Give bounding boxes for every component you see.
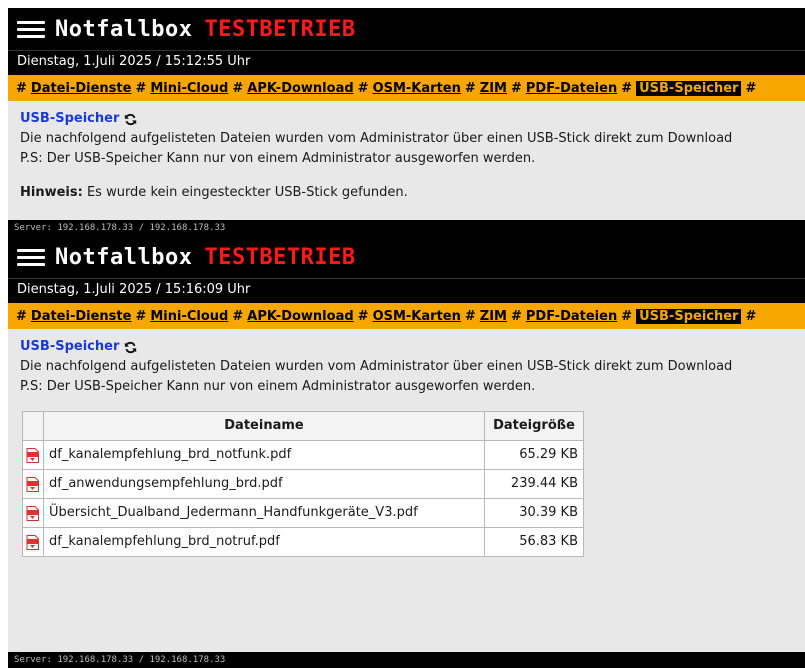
hamburger-icon[interactable] bbox=[17, 19, 45, 39]
nav-usb-speicher[interactable]: USB-Speicher bbox=[636, 80, 742, 96]
nav-datei-dienste[interactable]: Datei-Dienste bbox=[31, 309, 132, 324]
nav-osm-karten[interactable]: OSM-Karten bbox=[373, 309, 461, 324]
mode-label: TESTBETRIEB bbox=[204, 16, 356, 42]
table-header-row: Dateiname Dateigröße bbox=[22, 411, 584, 441]
screenshot-usb-files: Notfallbox TESTBETRIEB Dienstag, 1.Juli … bbox=[8, 236, 805, 668]
nav-pdf-dateien[interactable]: PDF-Dateien bbox=[526, 81, 617, 96]
hamburger-icon[interactable] bbox=[17, 247, 45, 267]
table-row[interactable]: Übersicht_Dualband_Jedermann_Handfunkger… bbox=[22, 498, 584, 528]
column-header-filename[interactable]: Dateiname bbox=[43, 411, 485, 441]
date-time: Dienstag, 1.Juli 2025 / 15:12:55 Uhr bbox=[8, 50, 805, 75]
nav-zim[interactable]: ZIM bbox=[480, 309, 507, 324]
pdf-file-icon bbox=[26, 505, 39, 521]
server-footer: Server: 192.168.178.33 / 192.168.178.33 bbox=[8, 220, 805, 236]
screenshot-no-usb: Notfallbox TESTBETRIEB Dienstag, 1.Juli … bbox=[8, 8, 805, 236]
pdf-file-icon bbox=[26, 447, 39, 463]
hint-label: Hinweis: bbox=[20, 185, 83, 200]
description: Die nachfolgend aufgelisteten Dateien wu… bbox=[20, 131, 733, 146]
pdf-file-icon bbox=[26, 534, 39, 550]
nav-bar: # Datei-Dienste # Mini-Cloud # APK-Downl… bbox=[8, 75, 805, 101]
hint-message: Hinweis: Es wurde kein eingesteckter USB… bbox=[20, 183, 795, 203]
table-row[interactable]: df_kanalempfehlung_brd_notruf.pdf 56.83 … bbox=[22, 527, 584, 557]
file-size: 56.83 KB bbox=[484, 527, 584, 557]
description: Die nachfolgend aufgelisteten Dateien wu… bbox=[20, 359, 733, 374]
file-name[interactable]: df_kanalempfehlung_brd_notruf.pdf bbox=[43, 527, 485, 557]
date-time: Dienstag, 1.Juli 2025 / 15:16:09 Uhr bbox=[8, 278, 805, 303]
nav-mini-cloud[interactable]: Mini-Cloud bbox=[150, 81, 228, 96]
table-row[interactable]: df_kanalempfehlung_brd_notfunk.pdf 65.29… bbox=[22, 440, 584, 470]
refresh-icon[interactable] bbox=[124, 113, 137, 126]
page-title-text: USB-Speicher bbox=[20, 339, 120, 354]
nav-bar: # Datei-Dienste # Mini-Cloud # APK-Downl… bbox=[8, 303, 805, 329]
page-title-text: USB-Speicher bbox=[20, 111, 120, 126]
page-title: USB-Speicher bbox=[20, 109, 795, 129]
file-name[interactable]: df_anwendungsempfehlung_brd.pdf bbox=[43, 469, 485, 499]
nav-osm-karten[interactable]: OSM-Karten bbox=[373, 81, 461, 96]
file-table: Dateiname Dateigröße df_kanalempfehlung_… bbox=[22, 411, 584, 557]
mode-label: TESTBETRIEB bbox=[204, 244, 356, 270]
main-content: USB-Speicher Die nachfolgend aufgelistet… bbox=[8, 329, 805, 557]
file-size: 239.44 KB bbox=[484, 469, 584, 499]
file-size: 65.29 KB bbox=[484, 440, 584, 470]
page-title: USB-Speicher bbox=[20, 337, 795, 357]
app-header: Notfallbox TESTBETRIEB bbox=[8, 236, 805, 278]
refresh-icon[interactable] bbox=[124, 341, 137, 354]
nav-usb-speicher[interactable]: USB-Speicher bbox=[636, 308, 742, 324]
nav-apk-download[interactable]: APK-Download bbox=[247, 81, 353, 96]
ps-note: P.S: Der USB-Speicher Kann nur von einem… bbox=[20, 151, 536, 166]
main-content: USB-Speicher Die nachfolgend aufgelistet… bbox=[8, 101, 805, 203]
server-footer: Server: 192.168.178.33 / 192.168.178.33 bbox=[8, 652, 805, 668]
app-title: Notfallbox bbox=[55, 16, 193, 42]
file-size: 30.39 KB bbox=[484, 498, 584, 528]
column-header-filesize[interactable]: Dateigröße bbox=[484, 411, 584, 441]
file-name[interactable]: Übersicht_Dualband_Jedermann_Handfunkger… bbox=[43, 498, 485, 528]
ps-note: P.S: Der USB-Speicher Kann nur von einem… bbox=[20, 379, 536, 394]
nav-datei-dienste[interactable]: Datei-Dienste bbox=[31, 81, 132, 96]
nav-pdf-dateien[interactable]: PDF-Dateien bbox=[526, 309, 617, 324]
pdf-file-icon bbox=[26, 476, 39, 492]
file-name[interactable]: df_kanalempfehlung_brd_notfunk.pdf bbox=[43, 440, 485, 470]
hint-text: Es wurde kein eingesteckter USB-Stick ge… bbox=[86, 185, 408, 200]
nav-mini-cloud[interactable]: Mini-Cloud bbox=[150, 309, 228, 324]
table-row[interactable]: df_anwendungsempfehlung_brd.pdf 239.44 K… bbox=[22, 469, 584, 499]
nav-apk-download[interactable]: APK-Download bbox=[247, 309, 353, 324]
app-title: Notfallbox bbox=[55, 244, 193, 270]
nav-zim[interactable]: ZIM bbox=[480, 81, 507, 96]
app-header: Notfallbox TESTBETRIEB bbox=[8, 8, 805, 50]
